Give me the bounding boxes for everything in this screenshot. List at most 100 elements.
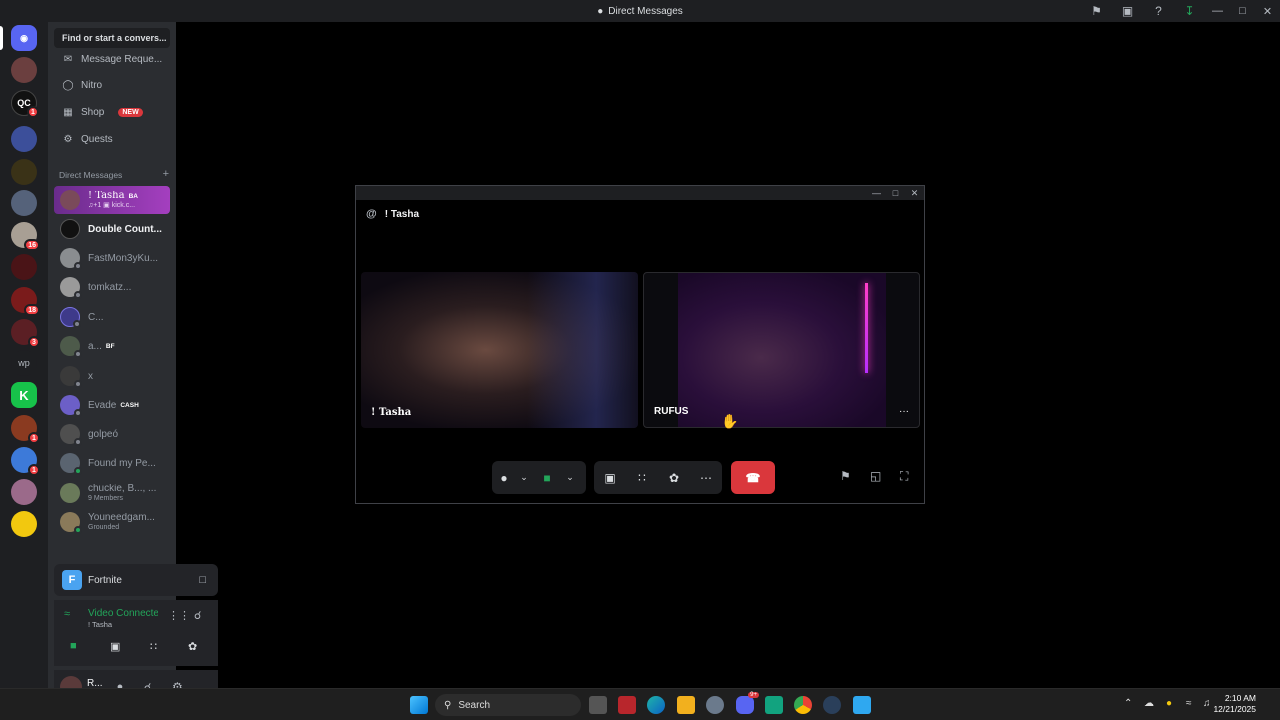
soundboard-button[interactable]: ✿ — [658, 461, 690, 494]
server-icon-12[interactable]: 1 — [11, 447, 40, 476]
dm-item[interactable]: golpeó — [54, 420, 170, 448]
create-dm-button[interactable]: + — [163, 168, 169, 180]
voice-channel[interactable]: ! Tasha — [88, 620, 112, 629]
server-icon-2[interactable]: QC 1 — [11, 90, 39, 118]
chrome-icon[interactable] — [794, 696, 812, 714]
volume-icon[interactable]: ♫ — [1203, 698, 1211, 709]
download-icon[interactable]: ↧ — [1174, 0, 1205, 22]
help-icon[interactable]: ? — [1143, 0, 1174, 22]
video-tile-rufus[interactable]: RUFUS ··· — [643, 272, 920, 428]
wifi-icon[interactable]: ≈ — [1186, 698, 1192, 709]
cloud-icon[interactable]: ☁ — [1144, 698, 1154, 709]
minimize-button[interactable]: — — [1205, 0, 1230, 22]
server-icon-9[interactable]: 3 — [11, 319, 40, 348]
settings-icon[interactable] — [706, 696, 724, 714]
dm-item-tasha[interactable]: ! Tasha BA ♫+1 ▣ kick.c... — [54, 186, 170, 214]
dm-item[interactable]: C... — [54, 303, 170, 331]
end-call-button[interactable]: ☎ — [731, 461, 775, 494]
clock-date: 12/21/2025 — [1213, 703, 1256, 714]
server-icon-3[interactable] — [11, 126, 37, 152]
flag-icon[interactable]: ⚑ — [1081, 0, 1112, 22]
avatar — [60, 219, 80, 239]
camera-toggle-button[interactable]: ■ — [532, 461, 562, 494]
avatar — [60, 366, 82, 388]
task-view-icon[interactable] — [589, 696, 607, 714]
server-icon-4[interactable] — [11, 159, 37, 185]
noise-suppression-icon[interactable]: ⋮⋮ — [168, 609, 190, 622]
tile-more-options-button[interactable]: ··· — [899, 406, 909, 417]
dm-item-group[interactable]: chuckie, B..., ... 9 Members — [54, 479, 170, 507]
hang-up-icon: ☎ — [745, 470, 761, 485]
dm-item[interactable]: Youneedgam... Grounded — [54, 508, 170, 536]
dm-name: a... — [88, 340, 102, 352]
close-button[interactable]: ✕ — [1255, 0, 1280, 22]
disconnect-icon[interactable]: ☌ — [194, 609, 201, 622]
taskbar-search[interactable]: ⚲ Search — [435, 694, 581, 716]
activities-button[interactable]: ∷ — [626, 461, 658, 494]
popout-close-button[interactable]: ✕ — [905, 188, 924, 199]
popout-minimize-button[interactable]: — — [867, 188, 886, 198]
screen-share-button[interactable]: ▣ — [594, 461, 626, 494]
dm-item[interactable]: FastMon3yKu... — [54, 244, 170, 272]
nav-nitro[interactable]: ◯ Nitro — [54, 74, 170, 96]
popout-maximize-button[interactable]: □ — [886, 188, 905, 198]
popout-icon[interactable]: ◱ — [870, 469, 881, 483]
discord-badge: 9+ — [748, 692, 759, 698]
home-dm-button[interactable]: ◉ — [11, 25, 37, 51]
server-icon-14[interactable] — [11, 511, 37, 537]
voice-screenshare-button[interactable]: ▣ — [110, 640, 120, 653]
activity-panel[interactable]: F Fortnite □ — [54, 564, 218, 596]
store-icon[interactable] — [677, 696, 695, 714]
video-feed-placeholder — [678, 273, 886, 427]
call-title: ! Tasha — [384, 208, 420, 220]
server-icon-6[interactable]: 16 — [11, 222, 40, 251]
server-icon-13[interactable] — [11, 479, 37, 505]
voice-camera-button[interactable]: ■ — [70, 640, 77, 652]
dm-item[interactable]: Evade CASH — [54, 391, 170, 419]
video-tile-tasha[interactable]: ! Tasha — [361, 272, 638, 428]
dm-item[interactable]: tomkatz... — [54, 273, 170, 301]
fortnite-taskbar-icon[interactable] — [853, 696, 871, 714]
mic-options-chevron-icon[interactable]: ⌄ — [516, 461, 532, 494]
steam-icon[interactable] — [823, 696, 841, 714]
dm-sidebar: Find or start a convers... ✉ Message Req… — [48, 22, 218, 704]
nav-shop[interactable]: ▦ Shop NEW — [54, 101, 170, 123]
tray-chevron-icon[interactable]: ⌃ — [1124, 698, 1132, 709]
pin-icon[interactable]: ⚑ — [840, 469, 851, 483]
server-icon-5[interactable] — [11, 190, 37, 216]
dm-item[interactable]: a... BF — [54, 332, 170, 360]
server-icon-wp[interactable]: wp — [11, 350, 37, 376]
fullscreen-icon[interactable]: ⛶ — [900, 469, 908, 484]
title-bar: ● Direct Messages ⚑ ▣ ? ↧ — □ ✕ — [0, 0, 1280, 22]
voice-connected-panel: ≈ Video Connecte ! Tasha ⋮⋮ ☌ ■ ▣ ∷ ✿ — [54, 600, 218, 666]
nav-message-requests[interactable]: ✉ Message Reque... — [54, 48, 170, 70]
find-conversation-input[interactable]: Find or start a convers... — [54, 28, 170, 48]
discord-taskbar-icon[interactable]: 9+ — [736, 692, 759, 714]
avatar — [60, 512, 82, 534]
mic-toggle-button[interactable]: ● — [492, 461, 516, 494]
dm-item-double-count[interactable]: Double Count... — [54, 215, 170, 243]
nav-quests[interactable]: ⚙ Quests — [54, 128, 170, 150]
voice-activities-button[interactable]: ∷ — [150, 640, 157, 653]
server-icon-1[interactable] — [11, 57, 37, 83]
dm-item[interactable]: Found my Pe... — [54, 449, 170, 477]
windows-start-icon[interactable] — [410, 696, 428, 714]
edge-icon[interactable] — [647, 696, 665, 714]
system-clock[interactable]: 2:10 AM 12/21/2025 — [1213, 693, 1256, 714]
dm-section-header: Direct Messages + — [59, 168, 169, 180]
app-icon-red[interactable] — [618, 696, 636, 714]
voice-soundboard-button[interactable]: ✿ — [188, 640, 197, 653]
microphone-icon[interactable]: ● — [1166, 698, 1172, 709]
server-icon-kick[interactable]: K — [11, 382, 37, 408]
camera-options-chevron-icon[interactable]: ⌄ — [562, 461, 578, 494]
screen-share-indicator-icon[interactable]: ▣ — [1112, 0, 1143, 22]
dm-item[interactable]: x — [54, 362, 170, 390]
server-icon-11[interactable]: 1 — [11, 415, 40, 444]
server-icon-8[interactable]: 18 — [11, 287, 40, 316]
nav-label: Shop — [81, 106, 105, 118]
maximize-button[interactable]: □ — [1230, 0, 1255, 22]
activity-menu-icon[interactable]: □ — [199, 574, 206, 586]
app-icon-green[interactable] — [765, 696, 783, 714]
server-icon-7[interactable] — [11, 254, 37, 280]
more-options-button[interactable]: ⋯ — [690, 461, 722, 494]
